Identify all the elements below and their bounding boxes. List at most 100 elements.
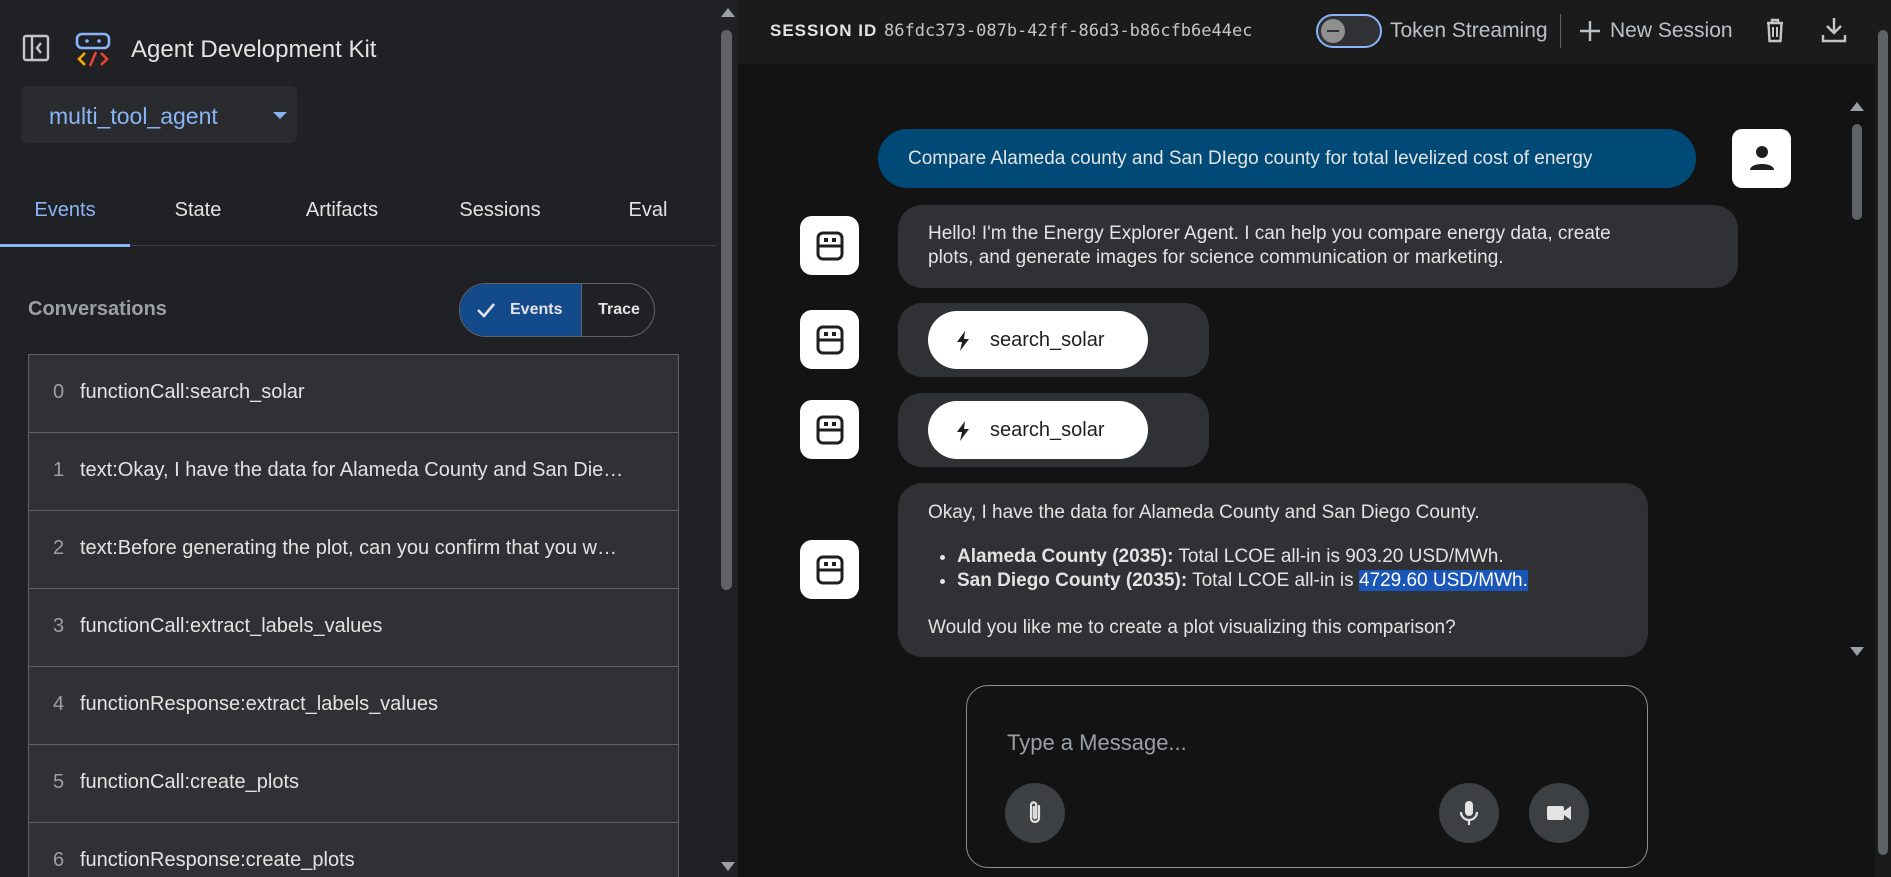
event-text: text:Before generating the plot, can you…	[80, 537, 617, 559]
app-title: Agent Development Kit	[131, 36, 377, 63]
sidebar-toggle-icon[interactable]	[22, 34, 50, 62]
event-row[interactable]: 6 functionResponse:create_plots	[28, 822, 679, 877]
tool-call-message: search_solar	[898, 303, 1209, 377]
session-id-label: SESSION ID	[770, 21, 878, 40]
result-item: Alameda County (2035): Total LCOE all-in…	[957, 545, 1528, 569]
event-list: 0 functionCall:search_solar 1 text:Okay,…	[28, 354, 679, 877]
message-input[interactable]	[1007, 726, 1607, 760]
main-panel: SESSION ID 86fdc373-087b-42ff-86d3-b86cf…	[738, 0, 1891, 877]
result-item-text: Total LCOE all-in is 903.20 USD/MWh.	[1178, 546, 1504, 567]
person-icon	[1750, 146, 1774, 170]
result-item-label: San Diego County (2035):	[957, 570, 1188, 591]
scroll-down-icon[interactable]	[721, 862, 735, 871]
toggle-knob	[1321, 19, 1345, 43]
camera-button[interactable]	[1529, 783, 1589, 843]
user-message[interactable]: Compare Alameda county and San DIego cou…	[878, 129, 1696, 188]
session-toolbar: SESSION ID 86fdc373-087b-42ff-86d3-b86cf…	[738, 0, 1891, 64]
event-text: functionResponse:extract_labels_values	[80, 693, 438, 715]
paperclip-icon	[1029, 801, 1041, 824]
toolbar-divider	[1560, 14, 1561, 48]
agent-select[interactable]: multi_tool_agent	[21, 86, 297, 143]
microphone-icon	[1459, 801, 1479, 825]
bot-message[interactable]: Okay, I have the data for Alameda County…	[898, 483, 1648, 657]
event-index: 1	[53, 459, 65, 481]
bolt-icon	[957, 331, 969, 351]
sidebar-scrollbar[interactable]	[716, 0, 738, 877]
event-index: 5	[53, 771, 65, 793]
result-item-label: Alameda County (2035):	[957, 546, 1174, 567]
session-id-value: 86fdc373-087b-42ff-86d3-b86cfb6e44ec	[884, 21, 1253, 41]
scrollbar-thumb[interactable]	[721, 30, 732, 590]
bot-message-line: Hello! I'm the Energy Explorer Agent. I …	[928, 223, 1611, 244]
adk-logo-icon	[75, 32, 111, 67]
tool-call-name: search_solar	[990, 419, 1105, 441]
plus-icon	[1580, 21, 1600, 41]
sidebar-tabs: Events State Artifacts Sessions Eval	[0, 176, 716, 247]
tool-call-chip[interactable]: search_solar	[928, 401, 1148, 459]
scroll-up-icon[interactable]	[1850, 102, 1864, 111]
tool-call-message: search_solar	[898, 393, 1209, 467]
event-row[interactable]: 4 functionResponse:extract_labels_values	[28, 666, 679, 744]
new-session-label: New Session	[1610, 19, 1733, 42]
user-message-text: Compare Alameda county and San DIego cou…	[908, 148, 1593, 169]
event-index: 2	[53, 537, 65, 559]
delete-session-icon[interactable]	[1760, 15, 1790, 45]
event-row[interactable]: 5 functionCall:create_plots	[28, 744, 679, 822]
robot-icon	[816, 231, 844, 261]
event-row[interactable]: 3 functionCall:extract_labels_values	[28, 588, 679, 666]
check-icon	[477, 303, 495, 318]
bot-avatar	[800, 310, 859, 369]
bot-message-line: plots, and generate images for science c…	[928, 247, 1504, 268]
tool-call-chip[interactable]: search_solar	[928, 311, 1148, 369]
download-icon[interactable]	[1819, 15, 1849, 45]
attach-button[interactable]	[1005, 783, 1065, 843]
sidebar: Agent Development Kit multi_tool_agent E…	[0, 0, 716, 877]
events-toggle-button[interactable]: Events	[460, 284, 581, 336]
tab-eval[interactable]: Eval	[610, 176, 686, 246]
microphone-button[interactable]	[1439, 783, 1499, 843]
sidebar-header: Agent Development Kit	[0, 0, 716, 96]
bot-avatar	[800, 400, 859, 459]
event-index: 0	[53, 381, 65, 403]
result-item-text: Total LCOE all-in is	[1192, 570, 1354, 591]
bot-avatar	[800, 540, 859, 599]
scrollbar-thumb[interactable]	[1878, 30, 1888, 855]
result-question: Would you like me to create a plot visua…	[928, 617, 1456, 638]
bolt-icon	[957, 421, 969, 441]
view-toggle: Events Trace	[459, 283, 655, 337]
robot-icon	[816, 415, 844, 445]
event-text: functionResponse:create_plots	[80, 849, 355, 871]
event-index: 6	[53, 849, 65, 871]
event-index: 4	[53, 693, 65, 715]
bot-message-text: Hello! I'm the Energy Explorer Agent. I …	[928, 222, 1611, 270]
bot-avatar	[800, 216, 859, 275]
scroll-up-icon[interactable]	[721, 8, 735, 17]
robot-icon	[816, 325, 844, 355]
robot-icon	[816, 555, 844, 585]
tab-artifacts[interactable]: Artifacts	[290, 176, 394, 246]
event-row[interactable]: 1 text:Okay, I have the data for Alameda…	[28, 432, 679, 510]
scrollbar-thumb[interactable]	[1852, 124, 1862, 220]
video-camera-icon	[1547, 806, 1571, 820]
scroll-down-icon[interactable]	[1850, 647, 1864, 656]
trace-toggle-button[interactable]: Trace	[581, 284, 654, 336]
event-text: functionCall:search_solar	[80, 381, 305, 403]
chat-scrollbar[interactable]	[1849, 92, 1865, 662]
message-composer	[966, 685, 1648, 868]
token-streaming-label: Token Streaming	[1390, 19, 1548, 42]
selected-text: 4729.60 USD/MWh.	[1358, 570, 1528, 591]
event-text: text:Okay, I have the data for Alameda C…	[80, 459, 624, 481]
tab-state[interactable]: State	[150, 176, 246, 246]
chevron-down-icon	[273, 112, 287, 119]
bot-message[interactable]: Hello! I'm the Energy Explorer Agent. I …	[898, 205, 1738, 288]
event-text: functionCall:extract_labels_values	[80, 615, 383, 637]
tab-sessions[interactable]: Sessions	[446, 176, 554, 246]
conversations-title: Conversations	[28, 298, 167, 320]
tab-events[interactable]: Events	[0, 176, 130, 247]
agent-select-value: multi_tool_agent	[49, 103, 218, 129]
token-streaming-toggle[interactable]	[1316, 14, 1382, 48]
page-scrollbar[interactable]	[1875, 0, 1891, 877]
event-row[interactable]: 2 text:Before generating the plot, can y…	[28, 510, 679, 588]
event-row[interactable]: 0 functionCall:search_solar	[28, 354, 679, 432]
event-text: functionCall:create_plots	[80, 771, 300, 793]
